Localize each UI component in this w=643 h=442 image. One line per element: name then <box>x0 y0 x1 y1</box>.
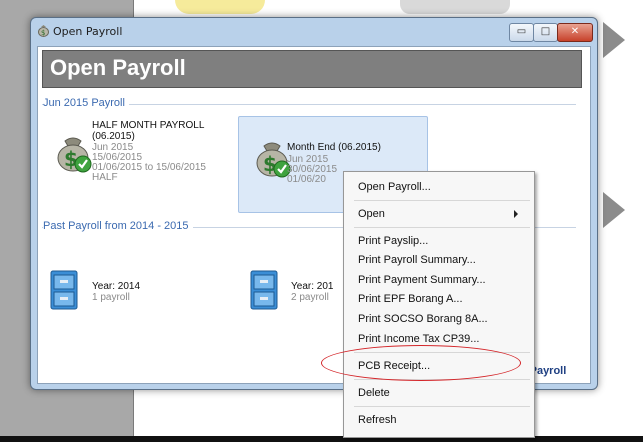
menu-item-print-payment-summary[interactable]: Print Payment Summary... <box>358 274 486 286</box>
page-header: Open Payroll <box>42 50 582 88</box>
money-bag-check-icon: $ <box>57 137 92 173</box>
tile-detail: 1 payroll <box>92 292 130 303</box>
submenu-arrow-icon <box>514 210 518 218</box>
context-menu: Open Payroll... Open Print Payslip... Pr… <box>343 171 535 438</box>
svg-text:$: $ <box>41 29 45 37</box>
tile-detail: 01/06/20 <box>287 174 326 185</box>
background-arrow-right-icon <box>603 22 625 58</box>
menu-separator <box>354 200 530 201</box>
background-arrow-right-icon <box>603 192 625 228</box>
payroll-tile-year-2014[interactable]: Year: 2014 1 payroll <box>46 269 216 315</box>
app-money-bag-icon: $ <box>38 25 49 37</box>
menu-item-print-payroll-summary[interactable]: Print Payroll Summary... <box>358 254 476 266</box>
minimize-button[interactable]: ▭ <box>509 23 534 42</box>
menu-item-print-payslip[interactable]: Print Payslip... <box>358 235 428 247</box>
menu-item-refresh[interactable]: Refresh <box>358 414 397 426</box>
background-yellow-shape <box>175 0 265 14</box>
menu-separator <box>354 227 530 228</box>
title-bar[interactable]: $ Open Payroll ▭ □ ✕ <box>31 18 597 44</box>
maximize-button[interactable]: □ <box>533 23 558 42</box>
menu-item-print-income-tax[interactable]: Print Income Tax CP39... <box>358 333 479 345</box>
tile-name: Year: 2014 <box>92 281 141 292</box>
tile-detail: 2 payroll <box>291 292 329 303</box>
menu-item-print-socso[interactable]: Print SOCSO Borang 8A... <box>358 313 488 325</box>
tile-name: Year: 201 <box>291 281 334 292</box>
menu-item-delete[interactable]: Delete <box>358 387 390 399</box>
section-label-current: Jun 2015 Payroll <box>43 97 129 109</box>
close-button[interactable]: ✕ <box>557 23 593 42</box>
background-grey-shape <box>400 0 510 14</box>
payroll-tile-year-2015[interactable]: Year: 201 2 payroll <box>246 269 346 315</box>
payroll-tile-half-month[interactable]: $ HALF MONTH PAYROLL (06.2015) Jun 2015 … <box>46 119 226 189</box>
file-cabinet-icon <box>50 270 78 310</box>
tile-detail: HALF <box>92 172 118 183</box>
section-label-past: Past Payroll from 2014 - 2015 <box>43 220 193 232</box>
tile-name-line1: HALF MONTH PAYROLL <box>92 120 205 131</box>
tile-name-line2: (06.2015) <box>92 131 135 142</box>
window-title: Open Payroll <box>53 25 123 38</box>
highlight-annotation-ellipse <box>321 345 521 381</box>
page-title: Open Payroll <box>50 55 186 80</box>
menu-item-open-payroll[interactable]: Open Payroll... <box>358 181 431 193</box>
background-bottom-bar <box>0 436 643 442</box>
menu-item-open[interactable]: Open <box>358 208 385 220</box>
menu-separator <box>354 406 530 407</box>
menu-item-print-epf[interactable]: Print EPF Borang A... <box>358 293 463 305</box>
money-bag-check-icon: $ <box>256 142 291 178</box>
file-cabinet-icon <box>250 270 278 310</box>
tile-name: Month End (06.2015) <box>287 142 381 153</box>
